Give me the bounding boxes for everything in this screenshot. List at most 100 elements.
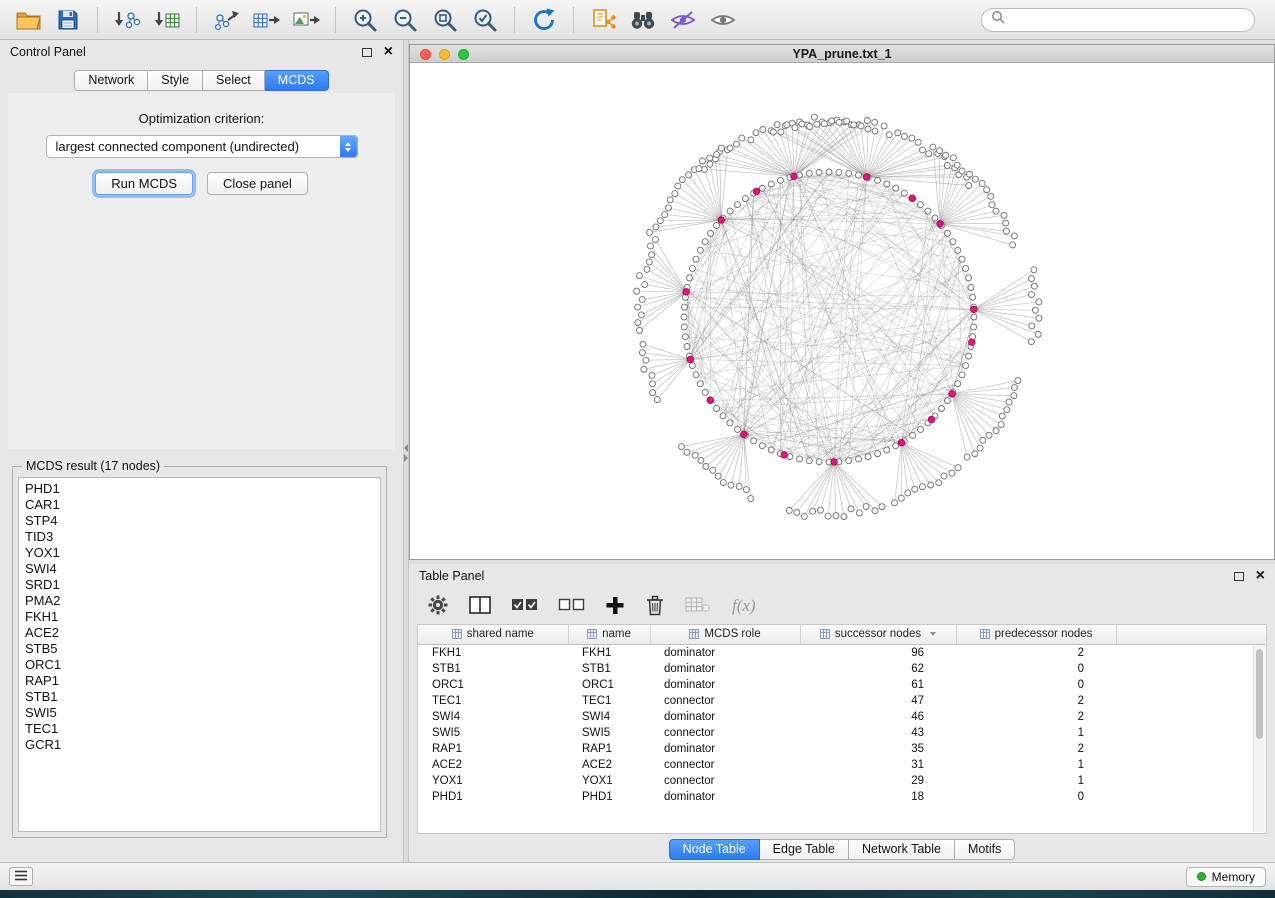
table-panel: Table Panel × f(x) s (409, 564, 1275, 862)
float-panel-icon[interactable] (362, 48, 372, 57)
optimization-select[interactable]: largest connected component (undirected) (46, 135, 358, 158)
column-header-MCDS-role[interactable]: MCDS role (650, 625, 800, 644)
mcds-result-item[interactable]: ACE2 (19, 625, 380, 641)
tab-select[interactable]: Select (203, 70, 265, 91)
table-row[interactable]: ACE2ACE2connector311 (418, 757, 1266, 773)
mcds-result-item[interactable]: STB1 (19, 689, 380, 705)
main-toolbar (0, 0, 1275, 40)
table-scrollbar-thumb[interactable] (1256, 649, 1263, 739)
float-panel-icon[interactable] (1234, 572, 1244, 581)
tab-network-table[interactable]: Network Table (849, 839, 955, 860)
mcds-result-item[interactable]: FKH1 (19, 609, 380, 625)
zoom-out-button[interactable] (387, 4, 423, 36)
table-row[interactable]: TEC1TEC1connector472 (418, 693, 1266, 709)
close-panel-icon[interactable]: × (384, 45, 393, 59)
plus-icon (605, 595, 625, 618)
mcds-result-item[interactable]: STP4 (19, 513, 380, 529)
delete-row-button[interactable] (645, 594, 665, 619)
add-row-button[interactable] (605, 595, 625, 618)
tab-edge-table[interactable]: Edge Table (760, 839, 849, 860)
table-row[interactable]: YOX1YOX1connector291 (418, 773, 1266, 789)
window-minimize-icon[interactable] (439, 49, 450, 60)
mcds-result-item[interactable]: SWI5 (19, 705, 380, 721)
export-image-button[interactable] (288, 4, 324, 36)
table-toolbar: f(x) (409, 588, 1275, 624)
deselect-all-button[interactable] (558, 595, 585, 618)
column-header-shared-name[interactable]: shared name (418, 625, 568, 644)
find-button[interactable] (625, 4, 661, 36)
deselect-all-icon (558, 595, 585, 618)
tab-mcds[interactable]: MCDS (265, 70, 329, 91)
open-button[interactable] (10, 4, 46, 36)
column-header-predecessor-nodes[interactable]: predecessor nodes (956, 625, 1116, 644)
save-floppy-icon (56, 8, 80, 32)
export-network-button[interactable] (208, 4, 244, 36)
mcds-result-item[interactable]: PHD1 (19, 481, 380, 497)
mcds-result-item[interactable]: YOX1 (19, 545, 380, 561)
memory-button[interactable]: Memory (1186, 867, 1266, 887)
zoom-in-button[interactable] (347, 4, 383, 36)
tab-node-table[interactable]: Node Table (669, 839, 760, 860)
window-zoom-icon[interactable] (458, 49, 469, 60)
window-close-icon[interactable] (420, 49, 431, 60)
table-row[interactable]: SWI5SWI5connector431 (418, 725, 1266, 741)
mcds-result-item[interactable]: GCR1 (19, 737, 380, 753)
mcds-result-item[interactable]: PMA2 (19, 593, 380, 609)
show-columns-button[interactable] (469, 595, 491, 618)
search-box[interactable] (981, 8, 1255, 32)
trash-icon (645, 594, 665, 619)
collapse-right-icon[interactable] (404, 454, 408, 462)
vertical-splitter[interactable] (403, 40, 409, 862)
right-column: YPA_prune.txt_1 Table Panel × (409, 40, 1275, 862)
import-network-button[interactable] (109, 4, 145, 36)
gear-icon (427, 594, 449, 619)
mcds-result-item[interactable]: TID3 (19, 529, 380, 545)
close-panel-button[interactable]: Close panel (207, 172, 308, 195)
run-mcds-button[interactable]: Run MCDS (95, 172, 193, 195)
zoom-fit-button[interactable] (427, 4, 463, 36)
search-input[interactable] (1011, 13, 1245, 27)
mcds-result-item[interactable]: CAR1 (19, 497, 380, 513)
network-window: YPA_prune.txt_1 (409, 44, 1275, 560)
close-panel-icon[interactable]: × (1256, 569, 1265, 583)
save-button[interactable] (50, 4, 86, 36)
mcds-result-item[interactable]: STB5 (19, 641, 380, 657)
table-scrollbar-track[interactable] (1253, 645, 1265, 832)
table-row[interactable]: STB1STB1dominator620 (418, 661, 1266, 677)
collapse-left-icon[interactable] (404, 444, 408, 452)
clone-network-button[interactable] (585, 4, 621, 36)
column-header-successor-nodes[interactable]: successor nodes (800, 625, 956, 644)
node-table-body: FKH1FKH1dominator962STB1STB1dominator620… (418, 644, 1266, 805)
table-panel-title: Table Panel (419, 569, 1234, 583)
show-all-button[interactable] (705, 4, 741, 36)
fx-icon: f(x) (732, 596, 756, 616)
table-row[interactable]: ORC1ORC1dominator610 (418, 677, 1266, 693)
table-row[interactable]: FKH1FKH1dominator962 (418, 644, 1266, 661)
table-row[interactable]: PHD1PHD1dominator180 (418, 789, 1266, 805)
import-table-button[interactable] (149, 4, 185, 36)
table-row[interactable]: SWI4SWI4dominator462 (418, 709, 1266, 725)
mcds-result-item[interactable]: RAP1 (19, 673, 380, 689)
tab-motifs[interactable]: Motifs (955, 839, 1015, 860)
tab-style[interactable]: Style (148, 70, 203, 91)
column-type-icon (820, 629, 830, 639)
refresh-icon (531, 7, 557, 33)
mcds-result-item[interactable]: TEC1 (19, 721, 380, 737)
sort-chevron-icon[interactable] (930, 632, 936, 636)
column-header-name[interactable]: name (568, 625, 650, 644)
select-all-button[interactable] (511, 595, 538, 618)
export-table-button[interactable] (248, 4, 284, 36)
network-canvas[interactable] (410, 63, 1274, 559)
zoom-selected-button[interactable] (467, 4, 503, 36)
column-type-icon (452, 629, 462, 639)
table-settings-button[interactable] (427, 594, 449, 619)
refresh-button[interactable] (526, 4, 562, 36)
mcds-result-item[interactable]: ORC1 (19, 657, 380, 673)
tab-network[interactable]: Network (74, 70, 148, 91)
status-menu-button[interactable] (9, 867, 33, 886)
mcds-result-item[interactable]: SRD1 (19, 577, 380, 593)
column-type-icon (587, 629, 597, 639)
mcds-result-item[interactable]: SWI4 (19, 561, 380, 577)
table-row[interactable]: RAP1RAP1dominator352 (418, 741, 1266, 757)
hide-selected-button[interactable] (665, 4, 701, 36)
